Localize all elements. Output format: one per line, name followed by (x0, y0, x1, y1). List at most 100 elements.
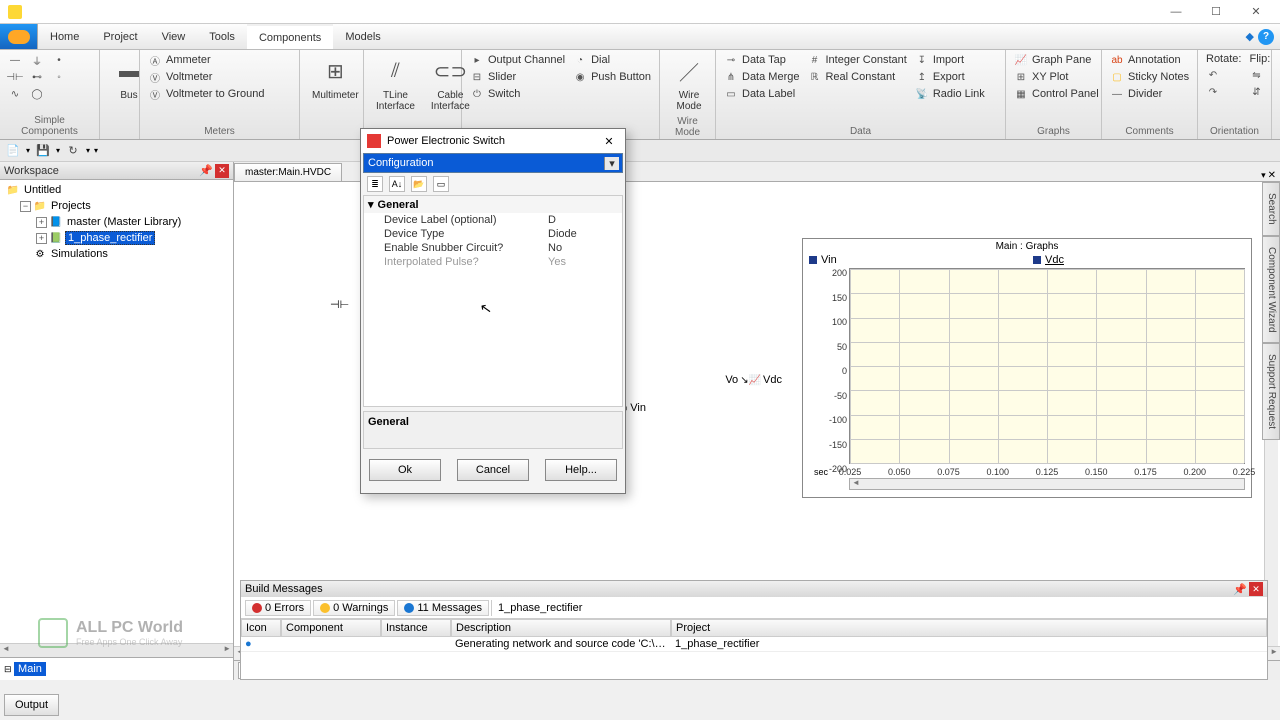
tab-dropdown-icon[interactable]: ▾ (1261, 170, 1266, 181)
ok-button[interactable]: Ok (369, 459, 441, 481)
file-button[interactable] (0, 24, 38, 49)
col-instance[interactable]: Instance (381, 619, 451, 637)
tab-close-icon[interactable]: ✕ (1268, 170, 1276, 181)
rotate-left-button[interactable]: ↶ (1204, 67, 1243, 83)
realconst-button[interactable]: ℝReal Constant (805, 69, 908, 85)
prop-device-label[interactable]: Device Label (optional)D (364, 213, 622, 227)
maximize-button[interactable]: ☐ (1196, 2, 1236, 22)
collapse-button[interactable]: ▭ (433, 176, 449, 192)
help-button[interactable]: Help... (545, 459, 617, 481)
flip-h-button[interactable]: ⇋ (1247, 67, 1272, 83)
junction-button[interactable]: ◦ (50, 69, 68, 85)
import-button[interactable]: ↧Import (913, 52, 987, 68)
dial-button[interactable]: ◔Dial (571, 52, 653, 68)
expand-button[interactable]: 📂 (411, 176, 427, 192)
config-combobox[interactable]: Configuration (363, 153, 623, 173)
main-chip[interactable]: Main (14, 662, 46, 676)
workspace-pin-icon[interactable]: 📌 (199, 164, 213, 178)
menu-project[interactable]: Project (91, 24, 149, 49)
qat-save-button[interactable]: 💾 (34, 143, 52, 159)
col-component[interactable]: Component (281, 619, 381, 637)
graphpane-button[interactable]: 📈Graph Pane (1012, 52, 1101, 68)
resistor-button[interactable]: — (6, 52, 24, 68)
radiolink-button[interactable]: 📡Radio Link (913, 86, 987, 102)
messages-chip[interactable]: 11 Messages (397, 600, 489, 616)
voltmeter-button[interactable]: ⓋVoltmeter (146, 69, 266, 85)
close-window-button[interactable]: ✕ (1236, 2, 1276, 22)
capacitor-button[interactable]: ⊣⊢ (6, 69, 24, 85)
dot-button[interactable]: • (50, 52, 68, 68)
col-project[interactable]: Project (671, 619, 1267, 637)
slider-button[interactable]: ⊟Slider (468, 69, 567, 85)
minimize-button[interactable]: — (1156, 2, 1196, 22)
ground-button[interactable]: ⏚ (28, 52, 46, 68)
export-button[interactable]: ↥Export (913, 69, 987, 85)
workspace-close-icon[interactable]: ✕ (215, 164, 229, 178)
xyplot-button[interactable]: ⊞XY Plot (1012, 69, 1101, 85)
build-close-icon[interactable]: ✕ (1249, 582, 1263, 596)
controlpanel-button[interactable]: ▦Control Panel (1012, 86, 1101, 102)
errors-chip[interactable]: 0 Errors (245, 600, 311, 616)
output-tab[interactable]: Output (4, 694, 59, 716)
pushbutton-button[interactable]: ◉Push Button (571, 69, 653, 85)
col-icon[interactable]: Icon (241, 619, 281, 637)
categorize-button[interactable]: ≣ (367, 176, 383, 192)
output-channel-button[interactable]: ▸Output Channel (468, 52, 567, 68)
graph-scrollbar[interactable] (849, 478, 1245, 490)
ribbon-toggle-icon[interactable]: ◆ (1246, 30, 1254, 43)
datalabel-button[interactable]: ▭Data Label (722, 86, 801, 102)
graph-panel[interactable]: Main : Graphs Vin Vdc sec 0.0250.0500.07… (802, 238, 1252, 498)
menu-models[interactable]: Models (333, 24, 392, 49)
dialog-close-button[interactable]: ✕ (599, 132, 619, 150)
qat-refresh-button[interactable]: ↻ (64, 143, 82, 159)
inductor-button[interactable]: ∿ (6, 86, 24, 102)
tree-root[interactable]: Untitled (22, 184, 63, 196)
menu-tools[interactable]: Tools (197, 24, 247, 49)
datatap-button[interactable]: ⊸Data Tap (722, 52, 801, 68)
divider-button[interactable]: —Divider (1108, 86, 1191, 102)
bus-button[interactable]: Bus (120, 90, 137, 101)
plot-area[interactable]: sec 0.0250.0500.0750.1000.1250.1500.1750… (849, 268, 1245, 464)
property-grid[interactable]: ▾General Device Label (optional)D Device… (363, 195, 623, 407)
prop-snubber[interactable]: Enable Snubber Circuit?No (364, 241, 622, 255)
tree-master[interactable]: master (Master Library) (65, 216, 183, 228)
tree-simulations[interactable]: Simulations (49, 248, 110, 260)
project-tree[interactable]: 📁Untitled −📁Projects +📘master (Master Li… (0, 180, 233, 643)
tline-button[interactable]: ⫽TLine Interface (370, 52, 421, 114)
tree-expand-icon[interactable]: − (20, 201, 31, 212)
flip-v-button[interactable]: ⇵ (1247, 84, 1272, 100)
sort-button[interactable]: A↓ (389, 176, 405, 192)
voltmeter-ground-button[interactable]: ⓋVoltmeter to Ground (146, 86, 266, 102)
menu-view[interactable]: View (150, 24, 198, 49)
annotation-button[interactable]: abAnnotation (1108, 52, 1191, 68)
rotate-right-button[interactable]: ↷ (1204, 84, 1243, 100)
col-description[interactable]: Description (451, 619, 671, 637)
build-pin-icon[interactable]: 📌 (1233, 582, 1247, 596)
tree-expand-icon[interactable]: + (36, 217, 47, 228)
canvas-tab[interactable]: master:Main.HVDC (234, 163, 342, 181)
menu-components[interactable]: Components (247, 24, 333, 49)
node-button[interactable]: ⊷ (28, 69, 46, 85)
tree-expand-icon[interactable]: + (36, 233, 47, 244)
sidetab-search[interactable]: Search (1262, 182, 1280, 236)
sticky-button[interactable]: ▢Sticky Notes (1108, 69, 1191, 85)
datamerge-button[interactable]: ⋔Data Merge (722, 69, 801, 85)
app-icon (8, 5, 22, 19)
wiremode-button[interactable]: ／Wire Mode (666, 52, 712, 114)
warnings-chip[interactable]: 0 Warnings (313, 600, 395, 616)
qat-new-button[interactable]: 📄 (4, 143, 22, 159)
ammeter-button[interactable]: ⒶAmmeter (146, 52, 266, 68)
cancel-button[interactable]: Cancel (457, 459, 529, 481)
multimeter-button[interactable]: ⊞Multimeter (306, 52, 365, 103)
source-button[interactable]: ◯ (28, 86, 46, 102)
collapse-icon[interactable]: ▾ (368, 198, 374, 211)
menu-home[interactable]: Home (38, 24, 91, 49)
prop-device-type[interactable]: Device TypeDiode (364, 227, 622, 241)
intconst-button[interactable]: #Integer Constant (805, 52, 908, 68)
switch-button[interactable]: ⏻Switch (468, 86, 567, 102)
help-icon[interactable]: ? (1258, 29, 1274, 45)
sidetab-component-wizard[interactable]: Component Wizard (1262, 236, 1280, 344)
tree-active-project[interactable]: 1_phase_rectifier (65, 231, 155, 245)
tree-projects[interactable]: Projects (49, 200, 93, 212)
sidetab-support[interactable]: Support Request (1262, 343, 1280, 440)
